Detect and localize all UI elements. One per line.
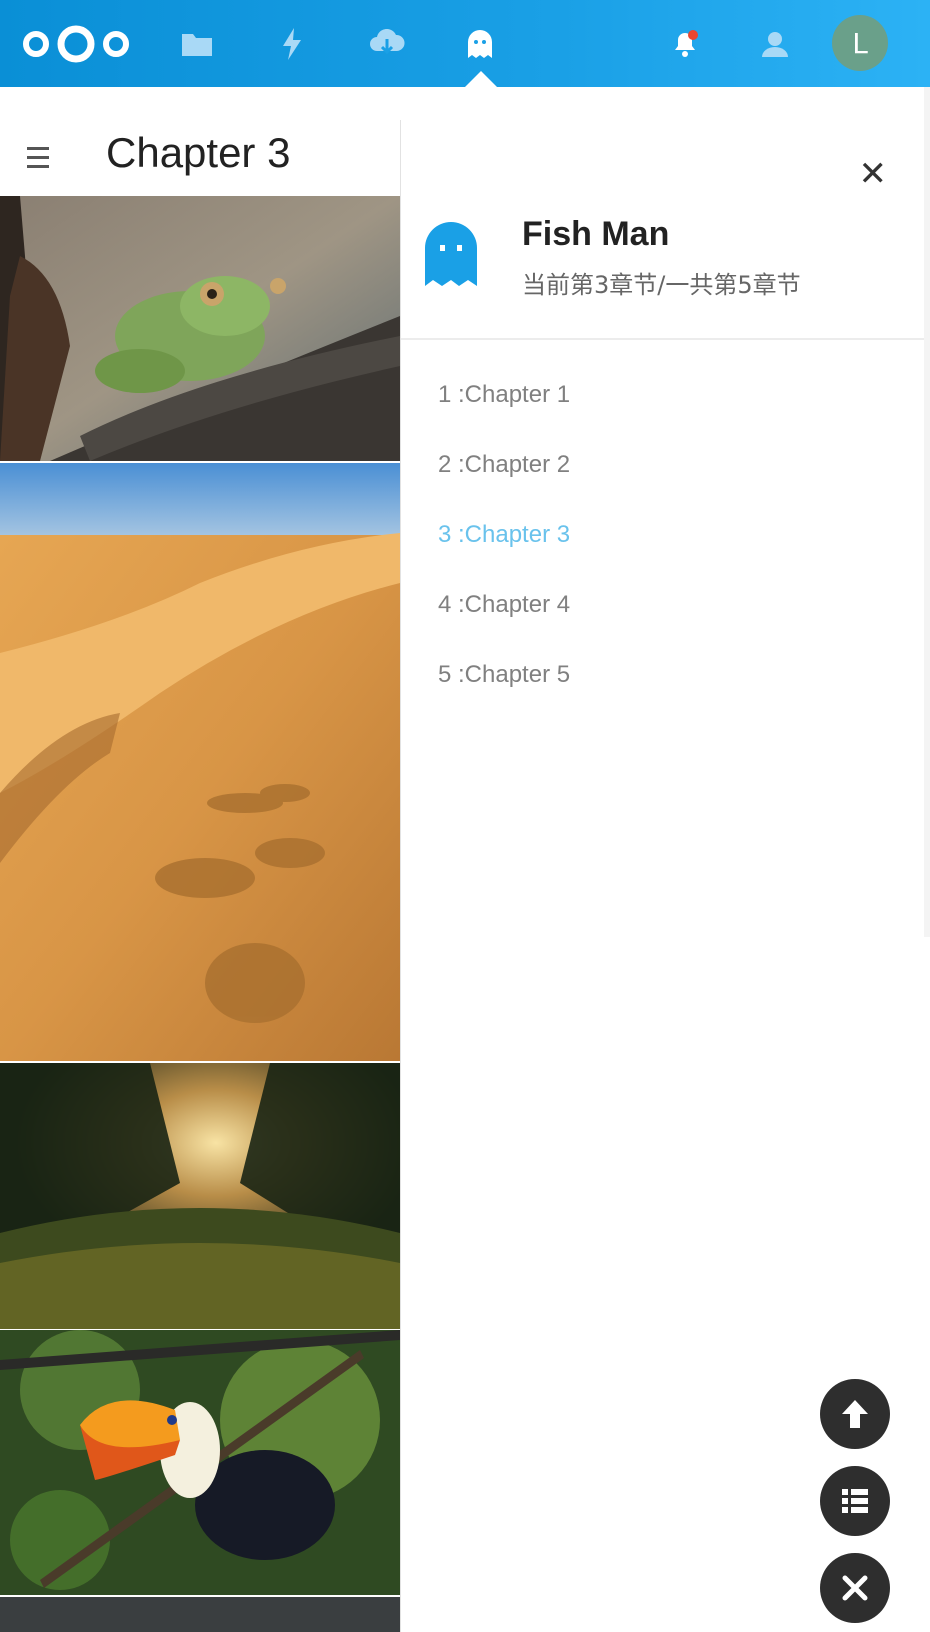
chapter-list: 1 :Chapter 1 2 :Chapter 2 3 :Chapter 3 4… [438, 360, 570, 710]
book-progress-subtitle: 当前第3章节/一共第5章节 [522, 271, 801, 299]
top-navigation-bar: L [0, 0, 930, 88]
ghost-icon[interactable] [458, 22, 502, 66]
notifications-bell-icon[interactable] [663, 22, 707, 66]
toucan-image [0, 1330, 400, 1595]
user-avatar[interactable]: L [832, 15, 888, 71]
chapter-item-4[interactable]: 4 :Chapter 4 [438, 570, 570, 640]
reader-content: Chapter 3 [0, 87, 400, 1632]
activity-icon[interactable] [270, 22, 314, 66]
chapter-item-2[interactable]: 2 :Chapter 2 [438, 430, 570, 500]
list-icon [842, 1489, 868, 1513]
active-app-indicator [464, 71, 498, 88]
desert-image [0, 463, 400, 1061]
page-scrollbar[interactable] [924, 87, 930, 937]
chapter-title: Chapter 3 [106, 129, 291, 176]
chapter-item-1[interactable]: 1 :Chapter 1 [438, 360, 570, 430]
nextcloud-logo[interactable] [22, 24, 130, 68]
close-reader-button[interactable] [820, 1553, 890, 1623]
divider [401, 338, 926, 340]
book-title: Fish Man [522, 215, 670, 253]
hamburger-menu-icon[interactable] [27, 147, 49, 169]
table-of-contents-button[interactable] [820, 1466, 890, 1536]
notification-dot [688, 30, 698, 40]
files-icon[interactable] [175, 22, 219, 66]
ghost-book-icon [423, 220, 479, 292]
close-sidebar-button[interactable]: ✕ [859, 154, 888, 194]
chapter-header: Chapter 3 [0, 117, 400, 197]
arrow-up-icon [842, 1400, 868, 1428]
cloud-download-icon[interactable] [365, 22, 409, 66]
close-icon [842, 1575, 868, 1601]
chapter-item-5[interactable]: 5 :Chapter 5 [438, 640, 570, 710]
frog-image [0, 196, 400, 461]
next-image [0, 1597, 400, 1632]
contacts-icon[interactable] [752, 22, 796, 66]
sunset-field-image [0, 1063, 400, 1329]
chapter-item-3[interactable]: 3 :Chapter 3 [438, 500, 570, 570]
scroll-to-top-button[interactable] [820, 1379, 890, 1449]
